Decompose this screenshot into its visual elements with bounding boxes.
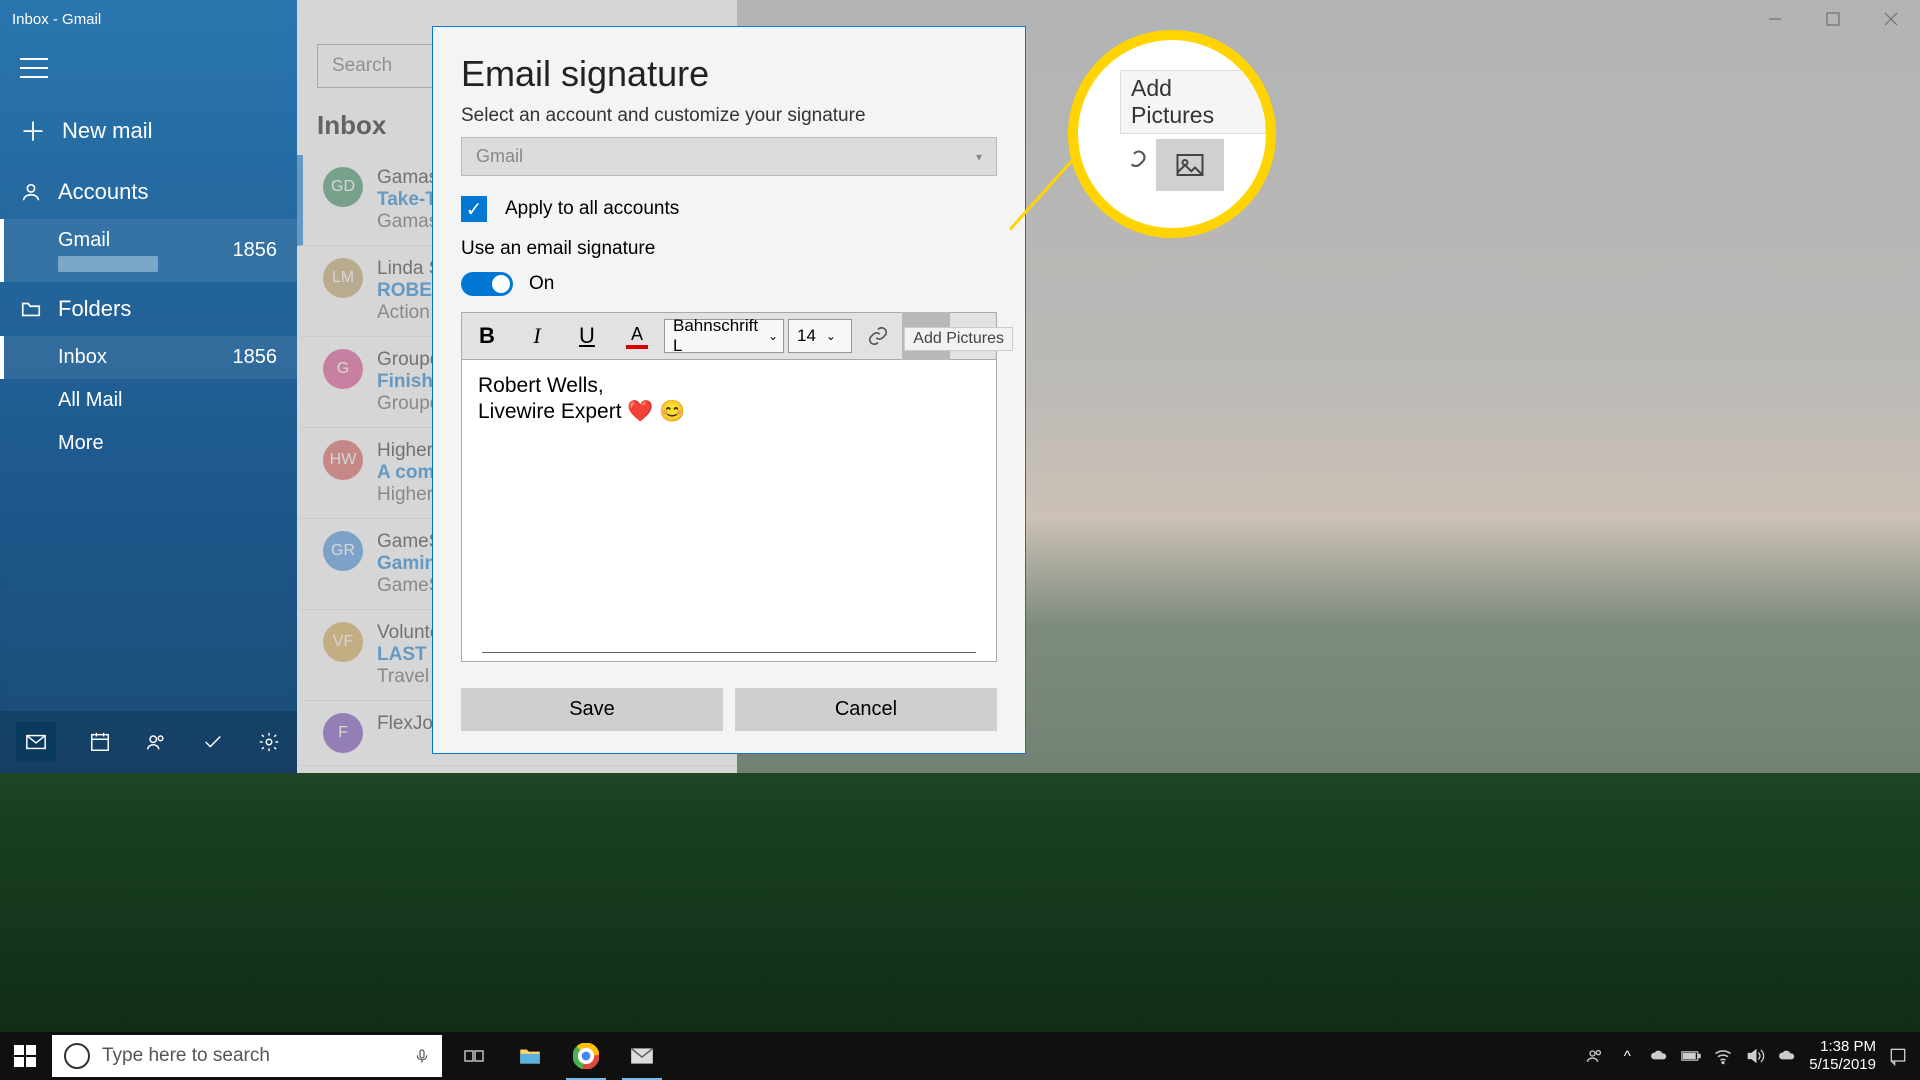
windows-icon: [14, 1045, 36, 1067]
person-icon: [20, 181, 42, 203]
avatar: G: [323, 349, 363, 389]
account-gmail[interactable]: Gmail 1856: [0, 219, 297, 282]
window-title: Inbox - Gmail: [0, 11, 101, 28]
dialog-title: Email signature: [461, 53, 997, 95]
toggle-state-label: On: [529, 273, 554, 295]
link-icon: [867, 325, 889, 347]
add-pictures-tooltip: Add Pictures: [904, 327, 1013, 351]
onedrive-icon[interactable]: [1649, 1046, 1669, 1066]
italic-button[interactable]: I: [512, 312, 562, 360]
people-tray-icon[interactable]: [1585, 1046, 1605, 1066]
underline-button[interactable]: U: [562, 312, 612, 360]
link-button[interactable]: [854, 312, 902, 360]
redacted-email: [58, 256, 158, 272]
folder-all-mail[interactable]: All Mail: [0, 379, 297, 422]
mail-icon[interactable]: [16, 722, 56, 762]
wifi-icon[interactable]: [1713, 1046, 1733, 1066]
use-signature-label: Use an email signature: [461, 238, 997, 260]
menu-icon[interactable]: [20, 58, 48, 78]
avatar: VF: [323, 622, 363, 662]
signature-editor[interactable]: Robert Wells, Livewire Expert ❤️ 😊: [461, 360, 997, 662]
chrome-button[interactable]: [560, 1032, 612, 1080]
cancel-button[interactable]: Cancel: [735, 688, 997, 731]
callout-tooltip: Add Pictures: [1120, 70, 1266, 134]
people-icon[interactable]: [144, 730, 168, 754]
account-select[interactable]: Gmail ▾: [461, 137, 997, 176]
todo-icon[interactable]: [201, 730, 225, 754]
font-color-button[interactable]: A: [612, 312, 662, 360]
apply-all-label: Apply to all accounts: [505, 198, 679, 220]
folder-more[interactable]: More: [0, 422, 297, 465]
taskbar: Type here to search ^ 1:38 PM 5/15/2019: [0, 1032, 1920, 1080]
task-view-button[interactable]: [448, 1032, 500, 1080]
folders-header[interactable]: Folders: [0, 282, 297, 336]
font-size-select[interactable]: 14⌄: [788, 319, 852, 353]
maximize-button[interactable]: [1804, 0, 1862, 38]
inbox-count: 1856: [233, 346, 278, 369]
start-button[interactable]: [0, 1032, 50, 1080]
taskbar-search[interactable]: Type here to search: [52, 1035, 442, 1077]
dialog-subtitle: Select an account and customize your sig…: [461, 105, 997, 127]
folder-icon: [20, 298, 42, 320]
save-button[interactable]: Save: [461, 688, 723, 731]
folder-inbox[interactable]: Inbox 1856: [0, 336, 297, 379]
sidebar: ＋ New mail Accounts Gmail 1856 Folders I…: [0, 0, 297, 773]
new-mail-button[interactable]: ＋ New mail: [0, 96, 297, 165]
cloud-sync-icon[interactable]: [1777, 1046, 1797, 1066]
apply-all-checkbox[interactable]: ✓: [461, 196, 487, 222]
file-explorer-button[interactable]: [504, 1032, 556, 1080]
clock[interactable]: 1:38 PM 5/15/2019: [1809, 1038, 1876, 1074]
signature-toggle[interactable]: [461, 272, 513, 296]
avatar: GR: [323, 531, 363, 571]
mail-app-button[interactable]: [616, 1032, 668, 1080]
plus-icon: ＋: [20, 112, 46, 149]
email-signature-dialog: Email signature Select an account and cu…: [432, 26, 1026, 754]
tray-chevron-icon[interactable]: ^: [1617, 1046, 1637, 1066]
bold-button[interactable]: B: [462, 312, 512, 360]
minimize-button[interactable]: [1746, 0, 1804, 38]
accounts-header[interactable]: Accounts: [0, 165, 297, 219]
chevron-down-icon: ▾: [976, 150, 982, 164]
callout-magnifier: Add Pictures: [1068, 30, 1276, 238]
new-mail-label: New mail: [62, 118, 152, 144]
font-select[interactable]: Bahnschrift L⌄: [664, 319, 784, 353]
avatar: HW: [323, 440, 363, 480]
avatar: LM: [323, 258, 363, 298]
settings-icon[interactable]: [257, 730, 281, 754]
image-icon: [1172, 150, 1208, 180]
calendar-icon[interactable]: [88, 730, 112, 754]
volume-icon[interactable]: [1745, 1046, 1765, 1066]
account-count: 1856: [233, 239, 278, 262]
cortana-icon: [64, 1043, 90, 1069]
avatar: GD: [323, 167, 363, 207]
avatar: F: [323, 713, 363, 753]
mic-icon: [414, 1046, 430, 1066]
notifications-icon[interactable]: [1888, 1046, 1908, 1066]
close-button[interactable]: [1862, 0, 1920, 38]
battery-icon[interactable]: [1681, 1046, 1701, 1066]
link-icon: [1120, 148, 1148, 176]
